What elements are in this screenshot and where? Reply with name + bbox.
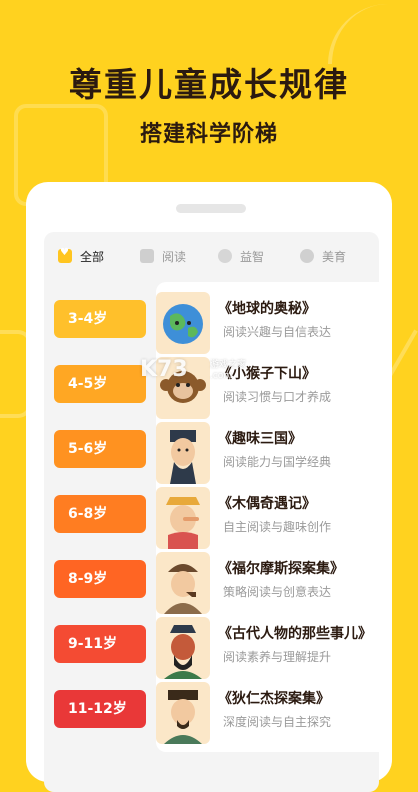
watermark-logo: K73	[140, 357, 188, 382]
palette-icon	[300, 249, 314, 263]
course-description: 阅读素养与理解提升	[223, 650, 332, 664]
phone-frame: 全部 阅读 益智 美育 3-4岁 4-5岁 5-6岁 6-8岁 8-9岁 9-1…	[26, 182, 392, 792]
heart-folder-icon	[58, 247, 72, 263]
headline-subtitle: 搭建科学阶梯	[139, 122, 278, 147]
di-renjie-illustration	[156, 682, 210, 744]
age-8-9-button[interactable]: 8-9岁	[54, 560, 146, 598]
course-title: 《古代人物的那些事儿》	[218, 626, 372, 642]
age-6-8-button[interactable]: 6-8岁	[54, 495, 146, 533]
ancient-figure-illustration	[156, 617, 210, 679]
course-description: 阅读习惯与口才养成	[223, 390, 332, 404]
tab-puzzle[interactable]: 益智	[218, 246, 264, 266]
watermark-text: 游戏之家 .com	[210, 360, 246, 382]
course-item[interactable]: 《福尔摩斯探案集》 策略阅读与创意表达	[156, 552, 379, 616]
course-list-card: 《地球的奥秘》 阅读兴趣与自信表达 《小猴子下山》 阅读习惯与口才养成 《趣味三…	[156, 282, 379, 752]
decorative-plant-outline	[328, 4, 402, 64]
watermark-line-1: 游戏之家	[210, 360, 247, 370]
course-description: 策略阅读与创意表达	[223, 585, 332, 599]
course-description: 自主阅读与趣味创作	[223, 520, 332, 534]
brain-icon	[218, 249, 232, 263]
tab-reading[interactable]: 阅读	[140, 246, 186, 266]
course-item[interactable]: 《木偶奇遇记》 自主阅读与趣味创作	[156, 487, 379, 551]
course-title: 《狄仁杰探案集》	[218, 691, 330, 707]
tab-label: 阅读	[162, 249, 187, 264]
category-tabs: 全部 阅读 益智 美育	[44, 232, 379, 278]
pinocchio-illustration	[156, 487, 210, 549]
three-kingdoms-illustration	[156, 422, 210, 484]
app-screen: 全部 阅读 益智 美育 3-4岁 4-5岁 5-6岁 6-8岁 8-9岁 9-1…	[44, 232, 379, 792]
age-5-6-button[interactable]: 5-6岁	[54, 430, 146, 468]
course-description: 阅读能力与国学经典	[223, 455, 332, 469]
course-title: 《福尔摩斯探案集》	[218, 561, 344, 577]
tab-label: 益智	[240, 249, 265, 264]
age-11-12-button[interactable]: 11-12岁	[54, 690, 146, 728]
headline-title: 尊重儿童成长规律	[69, 65, 349, 104]
course-item[interactable]: 《小猴子下山》 阅读习惯与口才养成	[156, 357, 379, 421]
course-title: 《地球的奥秘》	[218, 301, 316, 317]
course-item[interactable]: 《狄仁杰探案集》 深度阅读与自主探究	[156, 682, 379, 746]
age-9-11-button[interactable]: 9-11岁	[54, 625, 146, 663]
tab-label: 美育	[322, 249, 347, 264]
course-title: 《木偶奇遇记》	[218, 496, 316, 512]
book-icon	[140, 249, 154, 263]
course-title: 《趣味三国》	[218, 431, 302, 447]
course-description: 阅读兴趣与自信表达	[223, 325, 332, 339]
tab-all[interactable]: 全部	[58, 246, 104, 266]
course-item[interactable]: 《地球的奥秘》 阅读兴趣与自信表达	[156, 292, 379, 356]
phone-speaker	[176, 204, 246, 213]
tab-label: 全部	[80, 249, 105, 264]
age-3-4-button[interactable]: 3-4岁	[54, 300, 146, 338]
watermark-line-2: .com	[210, 371, 233, 381]
sherlock-illustration	[156, 552, 210, 614]
tab-art[interactable]: 美育	[300, 246, 346, 266]
course-item[interactable]: 《古代人物的那些事儿》 阅读素养与理解提升	[156, 617, 379, 681]
earth-illustration	[156, 292, 210, 354]
course-description: 深度阅读与自主探究	[223, 715, 332, 729]
age-4-5-button[interactable]: 4-5岁	[54, 365, 146, 403]
course-item[interactable]: 《趣味三国》 阅读能力与国学经典	[156, 422, 379, 486]
